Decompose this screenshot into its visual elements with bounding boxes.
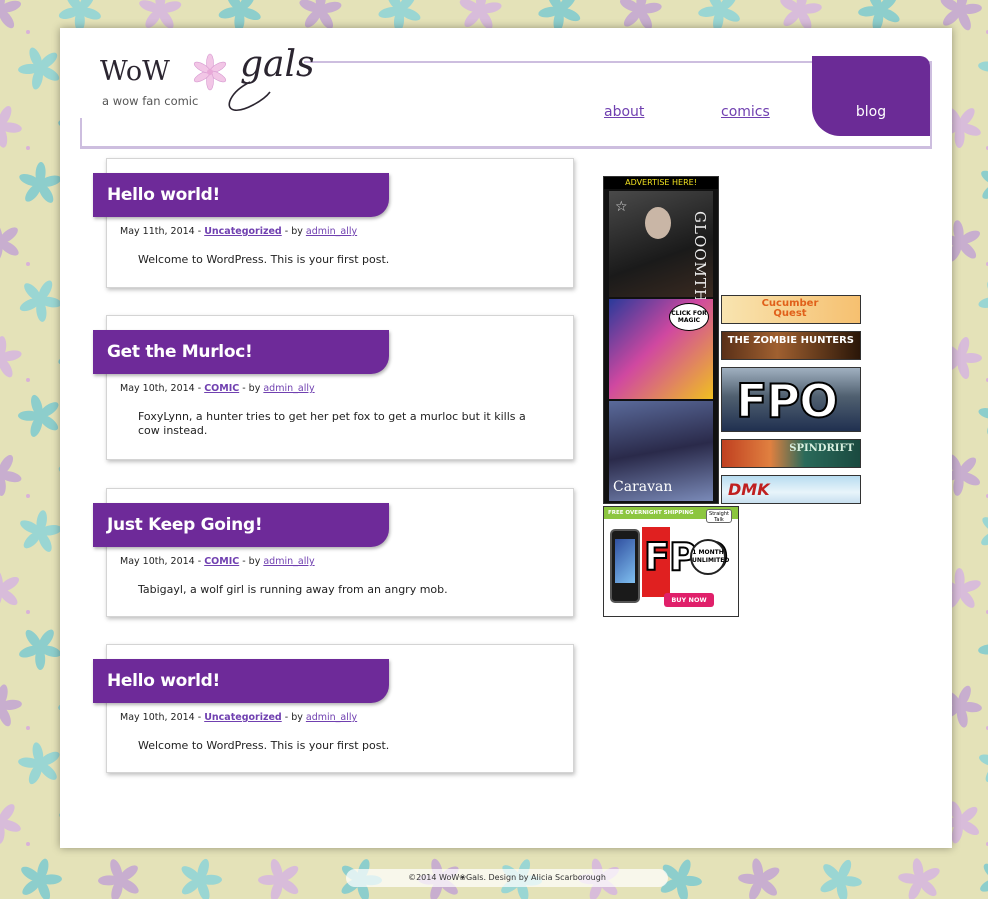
post-author-link[interactable]: admin_ally <box>263 556 314 567</box>
ad-month-label: 1 MONTH <box>692 549 724 556</box>
ad-caravan-label: Caravan <box>613 479 673 495</box>
ad-magic-bubble: CLICK FOR MAGIC <box>669 303 709 331</box>
post-title[interactable]: Just Keep Going! <box>107 515 263 535</box>
ad-straight-talk[interactable]: FREE OVERNIGHT SHIPPING Straight Talk FP… <box>603 506 739 617</box>
post-body: Welcome to WordPress. This is your first… <box>138 253 390 266</box>
post-title-bar: Hello world! <box>93 659 389 703</box>
post-title[interactable]: Get the Murloc! <box>107 342 253 362</box>
nav-comics-link[interactable]: comics <box>721 104 770 120</box>
post-date: May 10th, 2014 <box>120 712 195 723</box>
phone-icon <box>610 529 640 603</box>
post-author-link[interactable]: admin_ally <box>306 226 357 237</box>
post-date: May 10th, 2014 <box>120 383 195 394</box>
post-meta: May 10th, 2014 - Uncategorized - by admi… <box>120 712 358 723</box>
nav-blog-tab[interactable]: blog <box>812 56 930 136</box>
site-logo[interactable]: WoW gals a wow fan comic <box>80 38 315 118</box>
ad-dmk-label: DMK <box>728 480 770 499</box>
post-author-link[interactable]: admin_ally <box>306 712 357 723</box>
post-title-bar: Hello world! <box>93 173 389 217</box>
post-category-link[interactable]: Uncategorized <box>204 226 282 237</box>
post-by: by <box>248 556 261 567</box>
ad-caravan: Caravan <box>609 401 713 501</box>
ad-fpo-stack[interactable]: FPO <box>721 367 861 432</box>
star-icon: ☆ <box>615 199 628 215</box>
blog-post: Get the Murloc! May 10th, 2014 - COMIC -… <box>93 315 574 460</box>
post-body: Welcome to WordPress. This is your first… <box>138 739 390 752</box>
ad-spindrift-label: SPINDRIFT <box>789 443 854 454</box>
ad-unlimited-label: UNLIMITED <box>692 557 730 564</box>
page-container: WoW gals a wow fan comic about comics bl… <box>60 28 952 848</box>
post-title[interactable]: Hello world! <box>107 671 220 691</box>
post-category-link[interactable]: COMIC <box>204 383 239 394</box>
nav-blog-label: blog <box>855 104 887 120</box>
post-title[interactable]: Hello world! <box>107 185 220 205</box>
ad-brand-label: Straight Talk <box>706 509 732 523</box>
post-by: by <box>291 712 303 723</box>
logo-subtitle: a wow fan comic <box>102 94 199 108</box>
ad-advertise-label: ADVERTISE HERE! <box>604 177 718 189</box>
blog-post: Hello world! May 10th, 2014 - Uncategori… <box>93 644 574 773</box>
ad-month-badge: 1 MONTH UNLIMITED <box>690 539 730 575</box>
post-date: May 11th, 2014 <box>120 226 195 237</box>
ad-gloomth-label: GLOOMTH <box>691 211 709 303</box>
post-title-bar: Get the Murloc! <box>93 330 389 374</box>
post-author-link[interactable]: admin_ally <box>263 383 314 394</box>
post-category-link[interactable]: Uncategorized <box>204 712 282 723</box>
post-title-bar: Just Keep Going! <box>93 503 389 547</box>
ad-buy-now-button[interactable]: BUY NOW <box>664 593 714 607</box>
ad-dmk[interactable]: DMK <box>721 475 861 504</box>
ad-cucumber-label: Cucumber Quest <box>761 298 819 319</box>
post-date: May 10th, 2014 <box>120 556 195 567</box>
post-body: FoxyLynn, a hunter tries to get her pet … <box>138 410 526 437</box>
post-meta: May 10th, 2014 - COMIC - by admin_ally <box>120 383 315 394</box>
ad-tall-banner[interactable]: ADVERTISE HERE! ☆ GLOOMTH CLICK FOR MAGI… <box>603 176 719 504</box>
post-meta: May 10th, 2014 - COMIC - by admin_ally <box>120 556 315 567</box>
ad-spindrift[interactable]: SPINDRIFT <box>721 439 861 468</box>
blog-post: Just Keep Going! May 10th, 2014 - COMIC … <box>93 488 574 617</box>
post-body: Tabigayl, a wolf girl is running away fr… <box>138 583 448 596</box>
ad-zombie-label: THE ZOMBIE HUNTERS <box>727 335 854 346</box>
ad-cucumber-quest[interactable]: Cucumber Quest <box>721 295 861 324</box>
ad-portrait <box>645 207 671 239</box>
footer: ©2014 WoW❀Gals. Design by Alicia Scarbor… <box>346 869 668 887</box>
ad-magic: CLICK FOR MAGIC <box>609 299 713 399</box>
ad-gloomth: ☆ GLOOMTH <box>609 191 713 303</box>
logo-wow-text: WoW <box>100 56 170 87</box>
ad-zombie-hunters[interactable]: THE ZOMBIE HUNTERS <box>721 331 861 360</box>
post-meta: May 11th, 2014 - Uncategorized - by admi… <box>120 226 358 237</box>
post-by: by <box>291 226 303 237</box>
post-category-link[interactable]: COMIC <box>204 556 239 567</box>
ad-fpo-label: FPO <box>735 373 839 429</box>
post-by: by <box>248 383 261 394</box>
nav-about-link[interactable]: about <box>604 104 644 120</box>
blog-post: Hello world! May 11th, 2014 - Uncategori… <box>93 158 574 288</box>
logo-swash-icon <box>228 81 271 111</box>
